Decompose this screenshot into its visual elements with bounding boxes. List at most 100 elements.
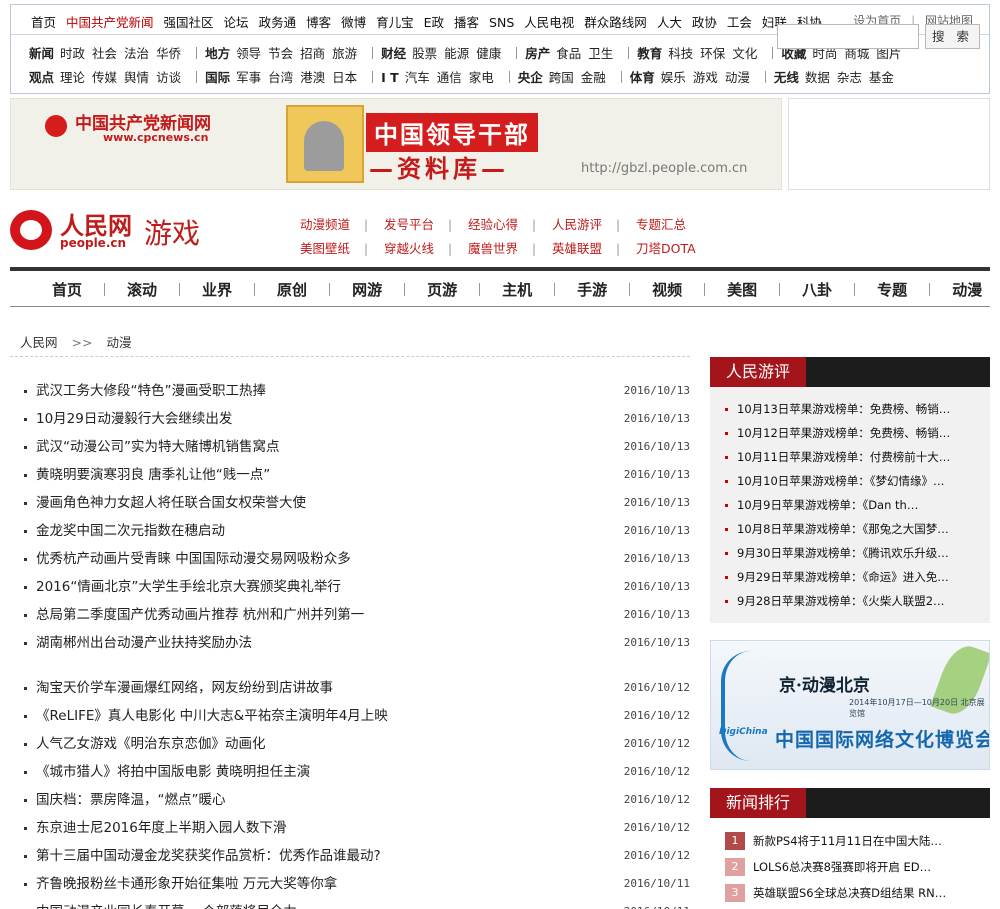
culture-expo-banner[interactable]: DigiChina 京·动漫北京 2014年10月17日—10月20日 北京展览… [710, 640, 990, 770]
category-head-link[interactable]: 无线 [774, 70, 799, 85]
news-title-link[interactable]: 总局第二季度国产优秀动画片推荐 杭州和广州并列第一 [36, 601, 364, 629]
quick-link[interactable]: 人民游评 [552, 214, 616, 233]
category-head-link[interactable]: 观点 [29, 70, 54, 85]
portal-link[interactable]: 人民电视 [524, 15, 574, 30]
news-title-link[interactable]: 《城市猎人》将拍中国版电影 黄晓明担任主演 [36, 758, 310, 786]
portal-link[interactable]: 人大 [657, 15, 682, 30]
portal-link[interactable]: 强国社区 [164, 15, 214, 30]
category-link[interactable]: 动漫 [725, 70, 750, 85]
main-nav-item[interactable]: 业界 [202, 279, 232, 300]
category-link[interactable]: 理论 [60, 70, 85, 85]
category-link[interactable]: 股票 [412, 46, 437, 61]
portal-link[interactable]: 博客 [306, 15, 331, 30]
category-link[interactable]: 领导 [236, 46, 261, 61]
search-input[interactable] [777, 24, 919, 49]
news-title-link[interactable]: 武汉工务大修段“特色”漫画受职工热捧 [36, 377, 266, 405]
portal-link[interactable]: 育儿宝 [376, 15, 414, 30]
category-link[interactable]: 通信 [437, 70, 462, 85]
category-head-link[interactable]: 地方 [205, 46, 230, 61]
category-link[interactable]: 科技 [668, 46, 693, 61]
ranking-link[interactable]: LOLS6总决赛8强赛即将开启 ED… [753, 854, 931, 880]
portal-link[interactable]: 群众路线网 [584, 15, 647, 30]
news-title-link[interactable]: 10月29日动漫毅行大会继续出发 [36, 405, 232, 433]
ranking-link[interactable]: 英雄联盟S6全球总决赛D组结果 RN… [753, 880, 946, 906]
category-link[interactable]: 环保 [700, 46, 725, 61]
quick-link[interactable]: 动漫频道 [300, 214, 364, 233]
category-link[interactable]: 法治 [124, 46, 149, 61]
category-link[interactable]: 健康 [476, 46, 501, 61]
news-title-link[interactable]: 东京迪士尼2016年度上半期入园人数下滑 [36, 814, 286, 842]
main-nav-item[interactable]: 网游 [352, 279, 382, 300]
review-link[interactable]: 10月9日苹果游戏榜单：《Dan th… [737, 493, 918, 517]
category-link[interactable]: 娱乐 [661, 70, 686, 85]
breadcrumb-root[interactable]: 人民网 [20, 335, 58, 350]
ranking-link[interactable]: 新款PS4将于11月11日在中国大陆… [753, 828, 942, 854]
category-head-link[interactable]: 央企 [518, 70, 543, 85]
portal-link[interactable]: SNS [489, 15, 514, 30]
portal-link[interactable]: 播客 [454, 15, 479, 30]
review-link[interactable]: 9月28日苹果游戏榜单：《火柴人联盟2… [737, 589, 945, 613]
news-title-link[interactable]: 淘宝天价学车漫画爆红网络，网友纷纷到店讲故事 [36, 674, 333, 702]
review-link[interactable]: 10月13日苹果游戏榜单：免费榜、畅销… [737, 397, 950, 421]
main-nav-item[interactable]: 主机 [502, 279, 532, 300]
news-title-link[interactable]: 2016“情画北京”大学生手绘北京大赛颁奖典礼举行 [36, 573, 341, 601]
category-link[interactable]: 家电 [469, 70, 494, 85]
news-title-link[interactable]: 《ReLIFE》真人电影化 中川大志&平祐奈主演明年4月上映 [36, 702, 388, 730]
category-link[interactable]: 军事 [236, 70, 261, 85]
news-title-link[interactable]: 人气乙女游戏《明治东京恋伽》动画化 [36, 730, 266, 758]
news-title-link[interactable]: 中国动漫产业园长春开幕 一个部落将尽全力 [36, 898, 297, 909]
main-nav-item[interactable]: 动漫 [952, 279, 982, 300]
news-title-link[interactable]: 黄晓明要演寒羽良 唐季礼让他“贱一点” [36, 461, 270, 489]
quick-link[interactable]: 刀塔DOTA [636, 238, 700, 257]
category-link[interactable]: 基金 [869, 70, 894, 85]
review-link[interactable]: 10月10日苹果游戏榜单：《梦幻情缘》… [737, 469, 945, 493]
category-link[interactable]: 社会 [92, 46, 117, 61]
category-link[interactable]: 杂志 [837, 70, 862, 85]
category-link[interactable]: 访谈 [156, 70, 181, 85]
category-head-link[interactable]: 财经 [381, 46, 406, 61]
category-link[interactable]: 招商 [300, 46, 325, 61]
news-title-link[interactable]: 金龙奖中国二次元指数在穗启动 [36, 517, 225, 545]
review-link[interactable]: 10月8日苹果游戏榜单：《那兔之大国梦… [737, 517, 949, 541]
main-nav-item[interactable]: 原创 [277, 279, 307, 300]
news-title-link[interactable]: 优秀杭产动画片受青睐 中国国际动漫交易网吸粉众多 [36, 545, 351, 573]
category-link[interactable]: 文化 [732, 46, 757, 61]
main-nav-item[interactable]: 页游 [427, 279, 457, 300]
main-nav-item[interactable]: 手游 [577, 279, 607, 300]
category-link[interactable]: 华侨 [156, 46, 181, 61]
portal-link[interactable]: 微博 [341, 15, 366, 30]
category-link[interactable]: 金融 [581, 70, 606, 85]
quick-link[interactable]: 专题汇总 [636, 214, 700, 233]
main-nav-item[interactable]: 美图 [727, 279, 757, 300]
quick-link[interactable]: 经验心得 [468, 214, 532, 233]
category-link[interactable]: 能源 [444, 46, 469, 61]
category-link[interactable]: 节会 [268, 46, 293, 61]
portal-link[interactable]: 工会 [727, 15, 752, 30]
reviews-title[interactable]: 人民游评 [710, 357, 807, 387]
main-nav-item[interactable]: 滚动 [127, 279, 157, 300]
portal-link[interactable]: 中国共产党新闻 [66, 15, 154, 30]
quick-link[interactable]: 美图壁纸 [300, 238, 364, 257]
channel-name[interactable]: 游戏 [144, 212, 200, 252]
news-title-link[interactable]: 齐鲁晚报粉丝卡通形象开始征集啦 万元大奖等你拿 [36, 870, 337, 898]
portal-link[interactable]: 首页 [31, 15, 56, 30]
category-link[interactable]: 旅游 [332, 46, 357, 61]
category-link[interactable]: 日本 [332, 70, 357, 85]
category-link[interactable]: 卫生 [588, 46, 613, 61]
category-head-link[interactable]: 国际 [205, 70, 230, 85]
portal-link[interactable]: 政协 [692, 15, 717, 30]
category-head-link[interactable]: 体育 [630, 70, 655, 85]
quick-link[interactable]: 发号平台 [384, 214, 448, 233]
review-link[interactable]: 9月29日苹果游戏榜单：《命运》进入免… [737, 565, 949, 589]
news-title-link[interactable]: 第十三届中国动漫金龙奖获奖作品赏析：优秀作品谁最动? [36, 842, 381, 870]
category-link[interactable]: 台湾 [268, 70, 293, 85]
main-nav-item[interactable]: 专题 [877, 279, 907, 300]
news-title-link[interactable]: 湖南郴州出台动漫产业扶持奖励办法 [36, 629, 252, 657]
category-link[interactable]: 舆情 [124, 70, 149, 85]
quick-link[interactable]: 魔兽世界 [468, 238, 532, 257]
quick-link[interactable]: 穿越火线 [384, 238, 448, 257]
portal-link[interactable]: 论坛 [224, 15, 249, 30]
news-title-link[interactable]: 武汉“动漫公司”实为特大赌博机销售窝点 [36, 433, 280, 461]
category-link[interactable]: 数据 [805, 70, 830, 85]
portal-link[interactable]: 政务通 [259, 15, 297, 30]
